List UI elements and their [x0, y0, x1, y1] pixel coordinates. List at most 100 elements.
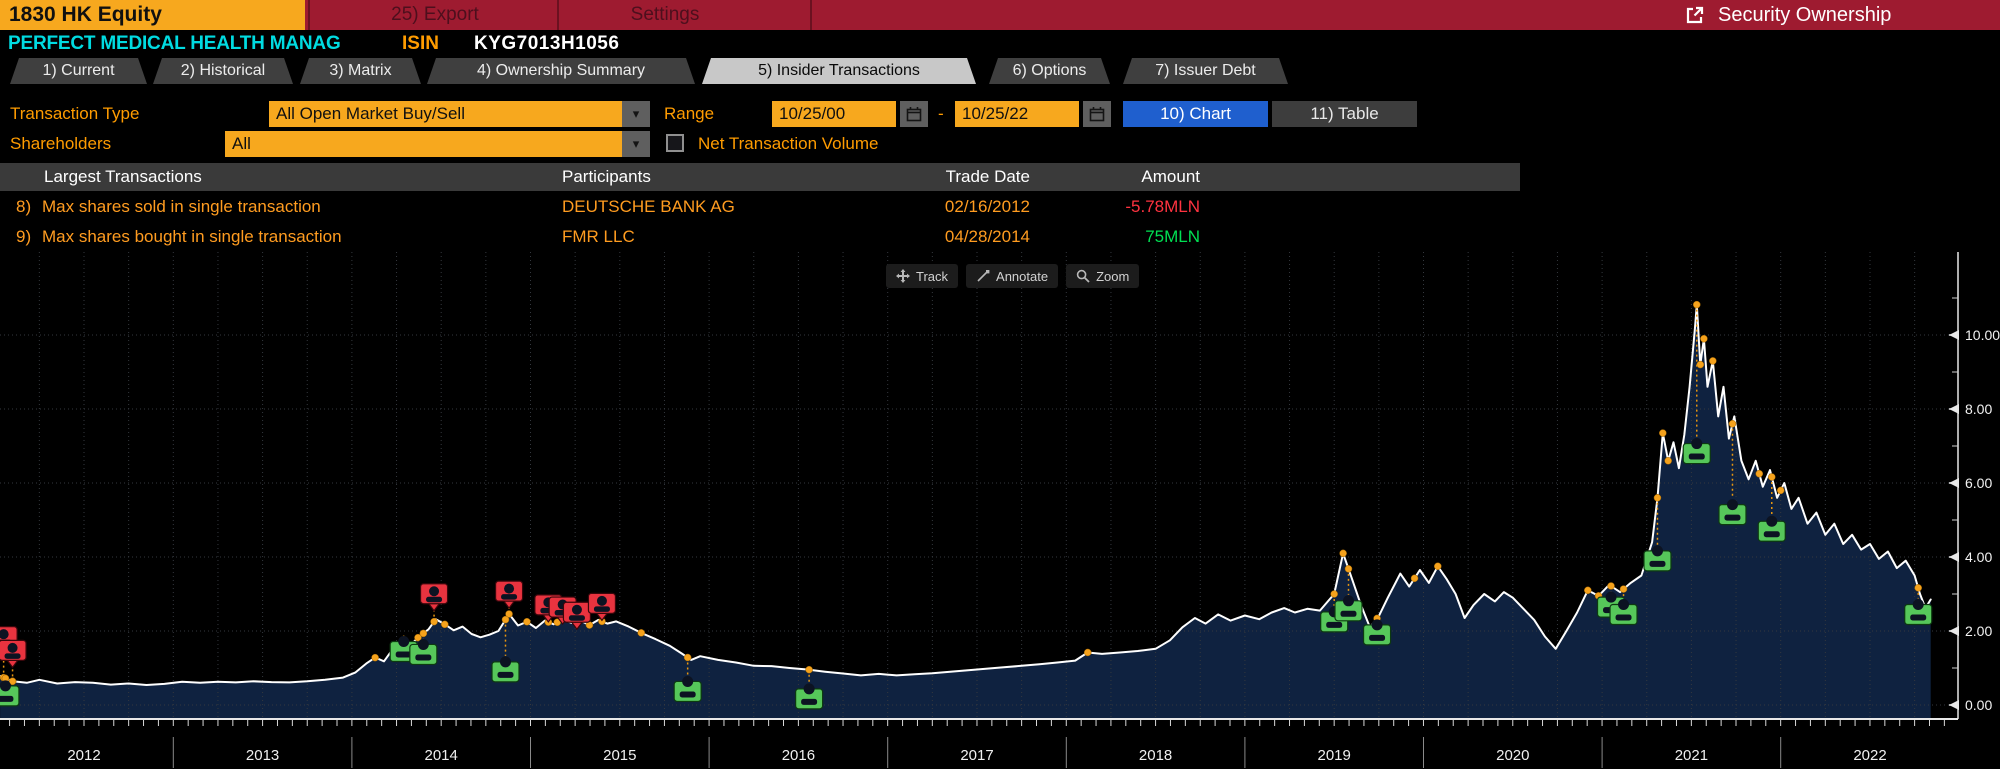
person-icon	[1766, 515, 1778, 527]
person-icon	[1615, 614, 1632, 621]
y-tick-label: 2.00	[1965, 623, 1992, 639]
security-header: PERFECT MEDICAL HEALTH MANAG ISIN KYG701…	[0, 30, 2000, 58]
transaction-dot	[683, 653, 692, 662]
row-number: 9)	[16, 227, 32, 246]
person-icon	[803, 683, 815, 695]
x-year-label: 2022	[1853, 747, 1886, 764]
person-icon	[596, 595, 607, 606]
transaction-dot	[1619, 585, 1628, 593]
zoom-button[interactable]: Zoom	[1066, 264, 1140, 288]
person-icon	[568, 615, 585, 621]
person-icon	[415, 654, 432, 661]
person-icon	[1340, 610, 1357, 617]
chevron-down-icon[interactable]: ▾	[622, 131, 650, 157]
range-label: Range	[664, 104, 715, 123]
y-tick-pointer	[1949, 700, 1959, 710]
table-header	[0, 163, 1520, 191]
row-amount: -5.78MLN	[1125, 197, 1200, 216]
x-year-label: 2019	[1318, 747, 1351, 764]
row-amount: 75MLN	[1145, 227, 1200, 246]
person-icon	[398, 636, 410, 647]
person-icon	[571, 604, 582, 615]
col-amount: Amount	[1141, 167, 1200, 186]
x-year-label: 2020	[1496, 747, 1529, 764]
transaction-dot	[1693, 300, 1701, 309]
net-transaction-volume-checkbox[interactable]	[666, 134, 684, 152]
transaction-dot	[1344, 565, 1353, 573]
person-icon	[1342, 595, 1354, 607]
person-icon	[1371, 619, 1383, 631]
person-icon	[504, 583, 515, 594]
settings-button[interactable]: Settings	[560, 0, 770, 30]
chevron-down-icon[interactable]: ▾	[622, 101, 650, 127]
export-button[interactable]: 25) Export	[330, 0, 540, 30]
person-icon	[593, 606, 610, 612]
transaction-dot	[1768, 473, 1776, 481]
magnifier-icon	[1076, 269, 1090, 283]
tab-matrix[interactable]: 3) Matrix	[300, 58, 421, 84]
transaction-dot	[1776, 486, 1785, 495]
tab-insider-transactions[interactable]: 5) Insider Transactions	[702, 58, 976, 84]
y-tick-pointer	[1949, 552, 1959, 562]
transaction-dot	[1700, 334, 1708, 343]
ticker-input[interactable]: 1830 HK Equity	[0, 0, 305, 30]
row-trade-date: 04/28/2014	[944, 227, 1030, 246]
calendar-icon[interactable]	[1083, 101, 1111, 127]
shareholders-select[interactable]: All	[225, 131, 622, 157]
person-icon	[1910, 614, 1927, 621]
y-tick-pointer	[1949, 626, 1959, 636]
table-row[interactable]: 9) Max shares bought in single transacti…	[0, 222, 1520, 252]
transaction-dot	[501, 615, 510, 624]
person-icon	[1691, 438, 1703, 450]
security-name: PERFECT MEDICAL HEALTH MANAG	[8, 33, 341, 54]
tab-ownership-summary[interactable]: 4) Ownership Summary	[427, 58, 695, 84]
person-icon	[4, 653, 21, 659]
transaction-dot	[1330, 590, 1338, 598]
tab-historical[interactable]: 2) Historical	[153, 58, 293, 84]
divider	[810, 0, 812, 30]
transaction-dot	[441, 620, 449, 629]
net-transaction-volume-label: Net Transaction Volume	[698, 134, 879, 153]
price-area-fill	[0, 304, 1931, 719]
person-icon	[1326, 621, 1343, 628]
y-tick-pointer	[1949, 478, 1959, 488]
chart-view-button[interactable]: 10) Chart	[1123, 101, 1268, 127]
security-ownership-app: 1830 HK Equity 25) Export Settings Secur…	[0, 0, 2000, 769]
transaction-dot	[1584, 586, 1592, 595]
track-button[interactable]: Track	[886, 264, 959, 288]
external-link-icon[interactable]	[1684, 4, 1706, 31]
range-end-input[interactable]: 10/25/22	[955, 101, 1079, 127]
person-icon	[0, 695, 14, 702]
transaction-dot	[1728, 420, 1737, 428]
divider	[557, 0, 559, 30]
isin-label: ISIN	[402, 33, 439, 54]
col-largest-transactions: Largest Transactions	[44, 167, 202, 186]
annotate-button[interactable]: Annotate	[966, 264, 1059, 288]
transaction-dot	[1664, 457, 1672, 465]
person-icon	[1912, 599, 1924, 610]
tab-current[interactable]: 1) Current	[10, 58, 147, 84]
person-icon	[679, 691, 696, 698]
person-icon	[1651, 545, 1663, 557]
transaction-dot	[1607, 582, 1615, 590]
y-tick-label: 0.00	[1965, 697, 1992, 713]
tab-options[interactable]: 6) Options	[989, 58, 1110, 84]
x-year-label: 2017	[960, 747, 993, 764]
annotate-icon	[977, 270, 990, 282]
person-icon	[429, 586, 440, 597]
tab-issuer-debt[interactable]: 7) Issuer Debt	[1123, 58, 1288, 84]
person-icon	[501, 594, 518, 600]
calendar-icon[interactable]	[900, 101, 928, 127]
transaction-type-select[interactable]: All Open Market Buy/Sell	[269, 101, 622, 127]
x-year-label: 2014	[425, 747, 458, 764]
transaction-dot	[805, 665, 813, 674]
transaction-dot	[1755, 470, 1764, 478]
row-label: Max shares bought in single transaction	[42, 227, 342, 246]
table-row[interactable]: 8) Max shares sold in single transaction…	[0, 192, 1520, 222]
transaction-dot	[430, 617, 438, 626]
x-year-label: 2018	[1139, 747, 1172, 764]
table-view-button[interactable]: 11) Table	[1272, 101, 1417, 127]
page-title: Security Ownership	[1718, 4, 1892, 26]
person-icon	[1726, 499, 1738, 511]
range-start-input[interactable]: 10/25/00	[772, 101, 896, 127]
